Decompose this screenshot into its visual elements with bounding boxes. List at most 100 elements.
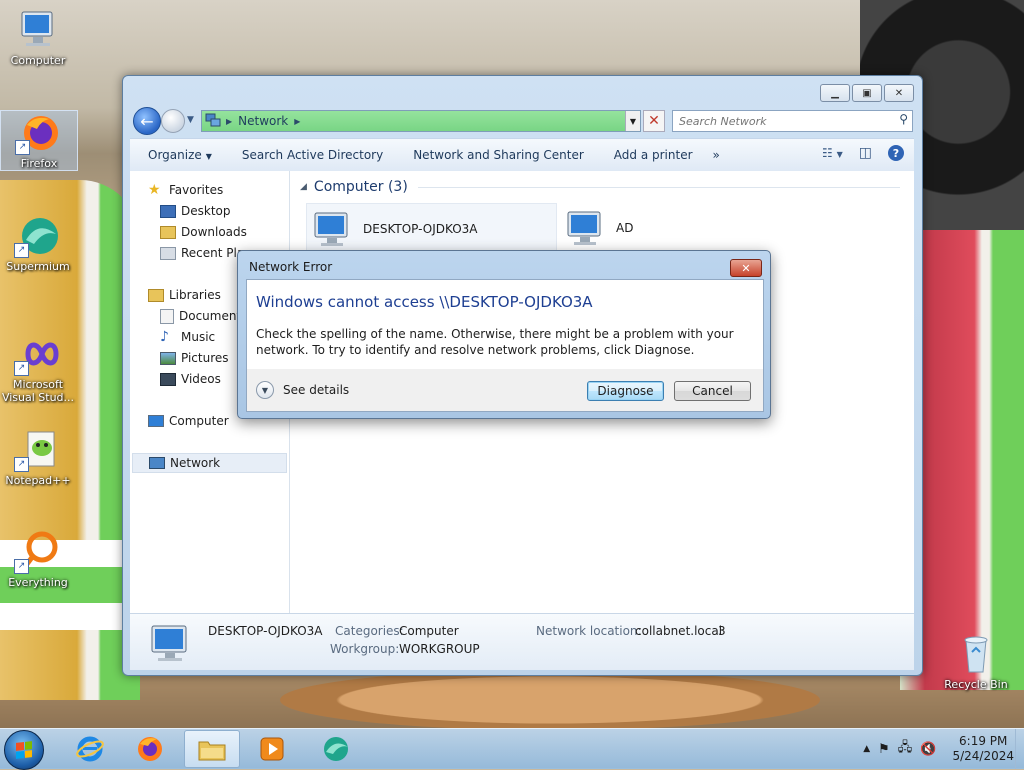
network-item-label: AD bbox=[616, 221, 634, 235]
nav-documents[interactable]: Document bbox=[160, 306, 241, 326]
see-details-label: See details bbox=[283, 383, 350, 397]
forward-button[interactable] bbox=[161, 109, 185, 133]
desktop-icon-computer[interactable]: Computer bbox=[0, 8, 76, 67]
star-icon: ★ bbox=[148, 182, 161, 198]
chevron-down-icon: ▼ bbox=[256, 381, 274, 399]
network-item-ad[interactable]: AD bbox=[560, 203, 760, 253]
nav-pictures[interactable]: Pictures bbox=[160, 348, 229, 368]
computer-icon bbox=[148, 415, 164, 427]
maximize-button[interactable]: ▣ bbox=[852, 84, 882, 102]
more-commands-button[interactable]: » bbox=[703, 148, 730, 162]
media-player-icon bbox=[260, 737, 284, 761]
desktop-icon-label: Supermium bbox=[6, 260, 70, 273]
show-hidden-icons-button[interactable]: ▲ bbox=[863, 744, 870, 754]
clock-time: 6:19 PM bbox=[959, 734, 1008, 748]
dialog-close-button[interactable]: ✕ bbox=[730, 259, 762, 277]
diagnose-button[interactable]: Diagnose bbox=[587, 381, 664, 401]
desktop-icon-visual-studio[interactable]: ↗ Microsoft Visual Stud... bbox=[0, 332, 76, 404]
nav-recent-places[interactable]: Recent Pla bbox=[160, 243, 244, 263]
navigation-row: ← ▼ ▶ Network ▶ ▼ ✕ ⚲ bbox=[131, 106, 914, 135]
computer-icon bbox=[14, 8, 62, 52]
recent-places-icon bbox=[160, 246, 176, 260]
taskbar-internet-explorer[interactable] bbox=[62, 730, 118, 768]
back-arrow-icon: ← bbox=[140, 111, 154, 131]
taskbar-media-player[interactable] bbox=[244, 730, 300, 768]
system-tray: ▲ ⚑ 🖧 🔇 6:19 PM 5/24/2024 bbox=[863, 729, 1014, 769]
desktop-icon-firefox[interactable]: ↗ Firefox bbox=[0, 110, 78, 171]
taskbar-supermium[interactable] bbox=[308, 730, 364, 768]
folder-icon bbox=[198, 741, 226, 761]
volume-muted-icon[interactable]: 🔇 bbox=[920, 742, 936, 757]
clock[interactable]: 6:19 PM 5/24/2024 bbox=[952, 734, 1014, 764]
back-button[interactable]: ← bbox=[133, 107, 161, 135]
search-active-directory-button[interactable]: Search Active Directory bbox=[232, 148, 393, 162]
network-item-desktop[interactable]: DESKTOP-OJDKO3A bbox=[306, 203, 557, 255]
stop-button[interactable]: ✕ bbox=[643, 110, 665, 132]
maximize-icon: ▣ bbox=[862, 87, 872, 99]
group-header-computer[interactable]: ◢ Computer (3) bbox=[300, 179, 900, 195]
search-icon[interactable]: ⚲ bbox=[899, 112, 908, 126]
everything-icon: ↗ bbox=[14, 530, 62, 574]
add-printer-button[interactable]: Add a printer bbox=[604, 148, 703, 162]
taskbar-windows-explorer[interactable] bbox=[184, 730, 240, 768]
dialog-title: Network Error bbox=[249, 260, 333, 274]
collapse-triangle-icon[interactable]: ◢ bbox=[300, 182, 307, 192]
change-view-button[interactable]: ☷ ▼ bbox=[822, 146, 843, 160]
network-sharing-center-button[interactable]: Network and Sharing Center bbox=[403, 148, 594, 162]
computer-icon bbox=[567, 211, 601, 245]
nav-videos[interactable]: Videos bbox=[160, 369, 221, 389]
preview-pane-icon[interactable]: ◫ bbox=[859, 145, 872, 161]
taskbar: ▲ ⚑ 🖧 🔇 6:19 PM 5/24/2024 bbox=[0, 728, 1024, 770]
breadcrumb-separator-icon[interactable]: ▶ bbox=[226, 117, 232, 126]
search-input[interactable] bbox=[673, 111, 881, 131]
start-button[interactable] bbox=[4, 730, 44, 770]
nav-favorites[interactable]: ★ Favorites bbox=[148, 180, 223, 200]
desktop-icon-recycle-bin[interactable]: Recycle Bin bbox=[938, 632, 1014, 691]
minimize-icon: ▁ bbox=[831, 87, 839, 99]
nav-music[interactable]: ♪ Music bbox=[160, 327, 215, 347]
details-location-suffix: 3 bbox=[718, 624, 726, 638]
view-controls: ☷ ▼ ◫ ? bbox=[822, 145, 904, 161]
desktop-icon-everything[interactable]: ↗ Everything bbox=[0, 530, 76, 589]
address-dropdown-button[interactable]: ▼ bbox=[625, 111, 640, 131]
close-icon: ✕ bbox=[894, 87, 904, 99]
desktop-icon-label: Microsoft Visual Stud... bbox=[1, 378, 75, 404]
dialog-content-text: Check the spelling of the name. Otherwis… bbox=[256, 327, 734, 357]
close-button[interactable]: ✕ bbox=[884, 84, 914, 102]
recycle-bin-icon bbox=[952, 632, 1000, 676]
downloads-folder-icon bbox=[160, 225, 176, 239]
desktop-icon-label: Firefox bbox=[20, 157, 58, 170]
help-icon[interactable]: ? bbox=[888, 145, 904, 161]
search-box[interactable]: ⚲ bbox=[672, 110, 913, 132]
shortcut-arrow-icon: ↗ bbox=[15, 140, 30, 155]
internet-explorer-icon bbox=[76, 736, 104, 762]
chevron-down-icon: ▼ bbox=[629, 116, 637, 126]
nav-downloads[interactable]: Downloads bbox=[160, 222, 247, 242]
desktop-icon-label: Computer bbox=[10, 54, 66, 67]
nav-desktop[interactable]: Desktop bbox=[160, 201, 231, 221]
desktop-icon-notepadpp[interactable]: ↗ Notepad++ bbox=[0, 428, 76, 487]
address-bar[interactable]: ▶ Network ▶ ▼ bbox=[201, 110, 641, 132]
nav-libraries[interactable]: Libraries bbox=[148, 285, 221, 305]
desktop-icon-supermium[interactable]: ↗ Supermium bbox=[0, 214, 76, 273]
details-location-label: Network location: bbox=[536, 624, 642, 638]
music-note-icon: ♪ bbox=[160, 329, 169, 345]
breadcrumb-separator-icon[interactable]: ▶ bbox=[294, 117, 300, 126]
details-location-value: collabnet.local bbox=[635, 624, 723, 638]
show-desktop-button[interactable] bbox=[1015, 729, 1024, 769]
breadcrumb-network[interactable]: Network bbox=[238, 114, 288, 128]
shortcut-arrow-icon: ↗ bbox=[14, 361, 29, 376]
chevron-down-icon: ▼ bbox=[205, 152, 212, 161]
taskbar-firefox[interactable] bbox=[122, 730, 178, 768]
recent-pages-dropdown[interactable]: ▼ bbox=[187, 115, 194, 125]
minimize-button[interactable]: ▁ bbox=[820, 84, 850, 102]
nav-computer[interactable]: Computer bbox=[148, 411, 229, 431]
network-status-icon[interactable]: 🖧 bbox=[898, 738, 913, 760]
nav-network[interactable]: Network bbox=[132, 453, 287, 473]
desktop-icon-label: Recycle Bin bbox=[944, 678, 1008, 691]
action-center-flag-icon[interactable]: ⚑ bbox=[878, 742, 890, 757]
supermium-icon bbox=[324, 737, 348, 761]
cancel-button[interactable]: Cancel bbox=[674, 381, 751, 401]
organize-menu[interactable]: Organize ▼ bbox=[138, 148, 222, 162]
see-details-expander[interactable]: ▼ See details bbox=[256, 381, 349, 399]
